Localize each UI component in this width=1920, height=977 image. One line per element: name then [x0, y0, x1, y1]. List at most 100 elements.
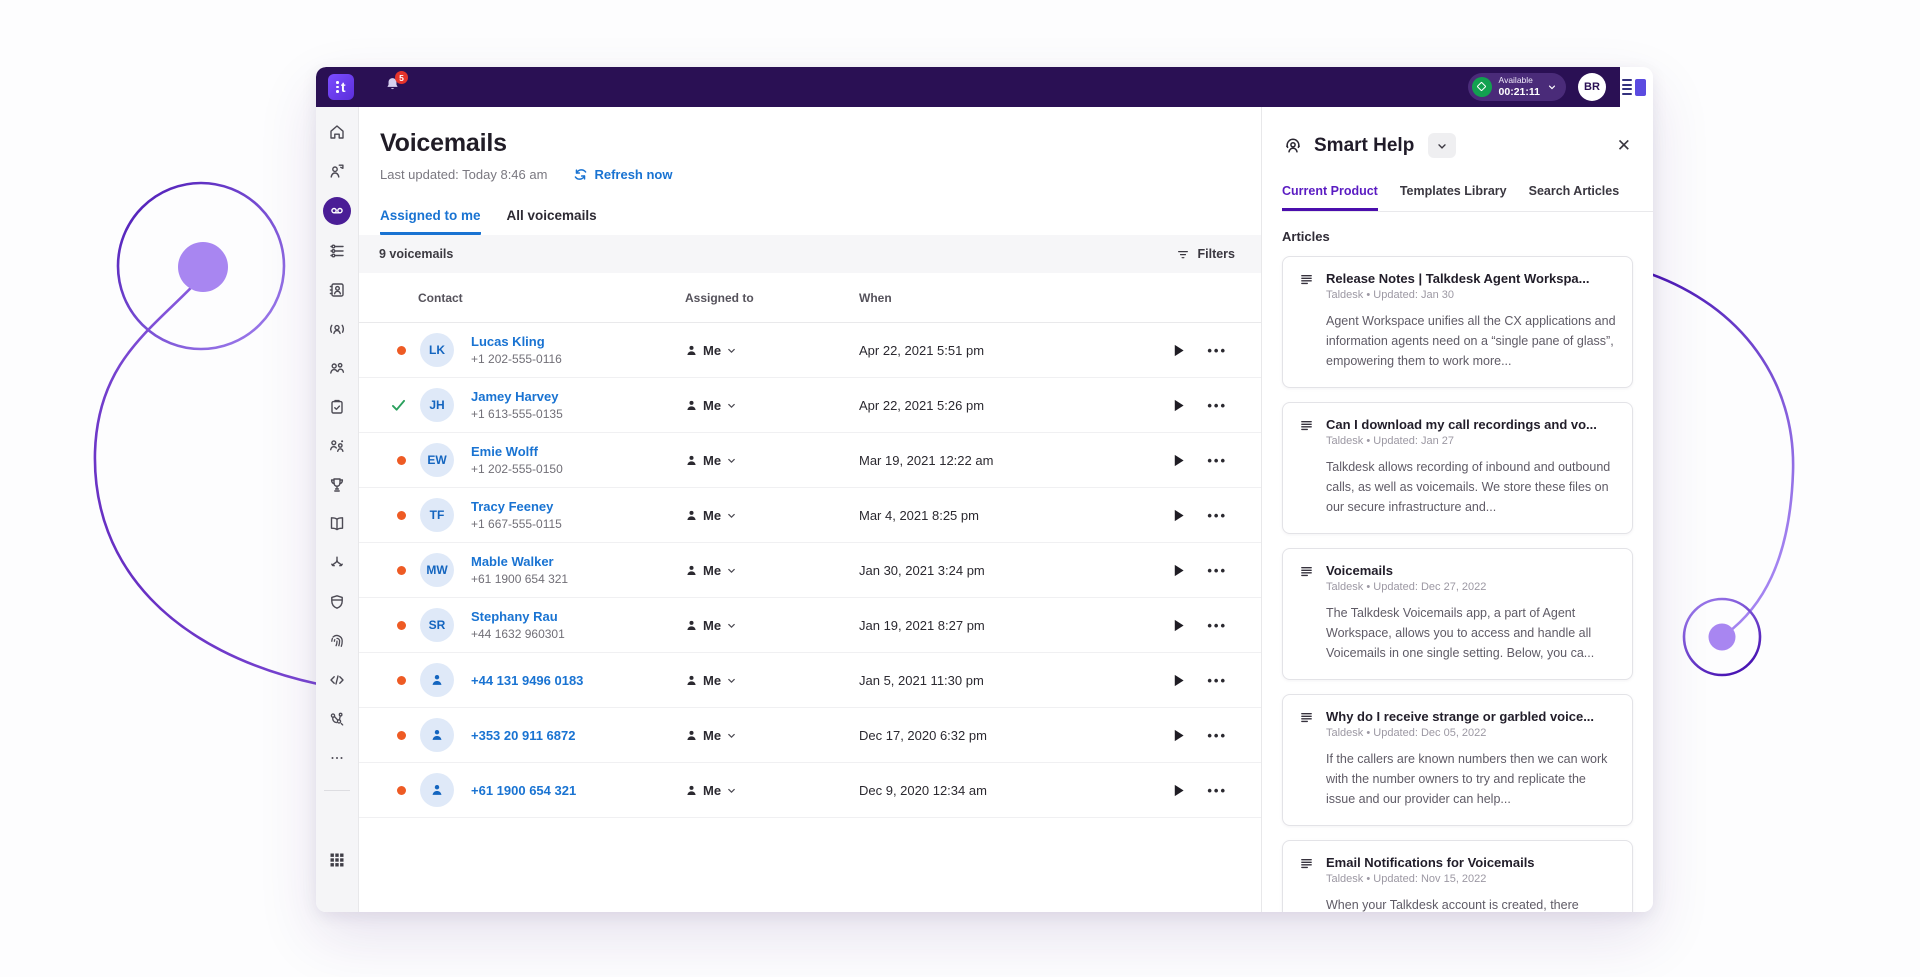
availability-status-pill[interactable]: Available 00:21:11 [1468, 73, 1566, 101]
agent-conversations-icon[interactable] [328, 162, 346, 180]
play-button[interactable] [1172, 673, 1185, 688]
developer-code-icon[interactable] [328, 671, 346, 689]
play-button[interactable] [1172, 618, 1185, 633]
article-card[interactable]: Voicemails Taldesk • Updated: Dec 27, 20… [1282, 548, 1633, 680]
tasks-icon[interactable] [328, 398, 346, 416]
assigned-dropdown[interactable]: Me [685, 453, 859, 468]
page-canvas: t 5 Available 00:21:11 BR [0, 0, 1920, 977]
article-card[interactable]: Why do I receive strange or garbled voic… [1282, 694, 1633, 826]
contact-name-link[interactable]: Emie Wolff [471, 444, 685, 459]
smart-help-tabs: Current Product Templates Library Search… [1282, 184, 1653, 212]
assigned-dropdown[interactable]: Me [685, 508, 859, 523]
left-orbit [95, 183, 318, 684]
smart-help-title: Smart Help [1314, 135, 1414, 157]
contact-name-link[interactable]: Lucas Kling [471, 334, 685, 349]
more-actions-button[interactable]: ••• [1207, 728, 1227, 743]
assigned-dropdown[interactable]: Me [685, 398, 859, 413]
unread-dot [397, 676, 406, 685]
chevron-down-icon [726, 345, 737, 356]
user-avatar[interactable]: BR [1578, 73, 1606, 101]
contacts-icon[interactable] [328, 281, 346, 299]
when-value: Apr 22, 2021 5:51 pm [859, 343, 1139, 358]
contact-name-link[interactable]: Mable Walker [471, 554, 685, 569]
talkdesk-logo[interactable]: t [328, 74, 354, 100]
play-button[interactable] [1172, 343, 1185, 358]
play-button[interactable] [1172, 398, 1185, 413]
close-icon[interactable]: ✕ [1617, 137, 1631, 154]
assigned-dropdown[interactable]: Me [685, 783, 859, 798]
person-icon [685, 399, 698, 412]
contact-name-link[interactable]: Tracy Feeney [471, 499, 685, 514]
tab-all-voicemails[interactable]: All voicemails [507, 208, 597, 235]
unread-dot [397, 566, 406, 575]
contact-name-link[interactable]: Stephany Rau [471, 609, 685, 624]
tab-search-articles[interactable]: Search Articles [1529, 184, 1620, 211]
more-icon[interactable] [328, 749, 346, 767]
knowledge-base-icon[interactable] [328, 515, 346, 533]
chevron-down-icon [726, 455, 737, 466]
tab-current-product[interactable]: Current Product [1282, 184, 1378, 211]
table-row: +353 20 911 6872 Me Dec 17, 2020 6:32 pm… [359, 708, 1261, 763]
more-actions-button[interactable]: ••• [1207, 343, 1227, 358]
table-row: +44 131 9496 0183 Me Jan 5, 2021 11:30 p… [359, 653, 1261, 708]
assigned-dropdown[interactable]: Me [685, 728, 859, 743]
tab-templates-library[interactable]: Templates Library [1400, 184, 1507, 211]
unread-dot [397, 786, 406, 795]
filters-button[interactable]: Filters [1176, 247, 1235, 261]
topbar: t 5 Available 00:21:11 BR [316, 67, 1620, 107]
more-actions-button[interactable]: ••• [1207, 783, 1227, 798]
guardian-shield-icon[interactable] [328, 593, 346, 611]
assigned-dropdown[interactable]: Me [685, 618, 859, 633]
gamification-icon[interactable] [328, 476, 346, 494]
play-button[interactable] [1172, 783, 1185, 798]
smart-help-dropdown-button[interactable] [1428, 133, 1456, 158]
status-timer: 00:21:11 [1499, 86, 1540, 98]
when-value: Jan 5, 2021 11:30 pm [859, 673, 1139, 688]
builder-icon[interactable] [328, 710, 346, 728]
assigned-dropdown[interactable]: Me [685, 673, 859, 688]
assigned-dropdown[interactable]: Me [685, 563, 859, 578]
refresh-now-link[interactable]: Refresh now [573, 167, 672, 182]
routing-icon[interactable] [328, 554, 346, 572]
more-actions-button[interactable]: ••• [1207, 563, 1227, 578]
avatar: TF [420, 498, 454, 532]
chevron-down-icon [726, 620, 737, 631]
notifications-bell-icon[interactable]: 5 [384, 76, 401, 98]
article-card[interactable]: Email Notifications for Voicemails Talde… [1282, 840, 1633, 912]
tab-assigned-to-me[interactable]: Assigned to me [380, 208, 481, 235]
home-icon[interactable] [328, 123, 346, 141]
assigned-dropdown[interactable]: Me [685, 343, 859, 358]
when-value: Mar 19, 2021 12:22 am [859, 453, 1139, 468]
chevron-down-icon [726, 510, 737, 521]
chevron-down-icon [726, 400, 737, 411]
contact-name-link[interactable]: Jamey Harvey [471, 389, 685, 404]
more-actions-button[interactable]: ••• [1207, 618, 1227, 633]
article-card[interactable]: Can I download my call recordings and vo… [1282, 402, 1633, 534]
contact-name-link[interactable]: +61 1900 654 321 [471, 783, 685, 798]
play-button[interactable] [1172, 563, 1185, 578]
collaboration-icon[interactable] [328, 437, 346, 455]
last-updated-text: Last updated: Today 8:46 am [380, 167, 547, 182]
avatar-person-icon [420, 773, 454, 807]
contact-name-link[interactable]: +353 20 911 6872 [471, 728, 685, 743]
apps-grid-icon[interactable] [328, 851, 346, 869]
more-actions-button[interactable]: ••• [1207, 453, 1227, 468]
voicemails-icon[interactable] [323, 197, 351, 225]
more-actions-button[interactable]: ••• [1207, 673, 1227, 688]
article-meta: Taldesk • Updated: Jan 27 [1326, 435, 1616, 447]
activities-icon[interactable] [328, 242, 346, 260]
when-value: Dec 9, 2020 12:34 am [859, 783, 1139, 798]
more-actions-button[interactable]: ••• [1207, 398, 1227, 413]
play-button[interactable] [1172, 453, 1185, 468]
chevron-down-icon [726, 565, 737, 576]
article-card[interactable]: Release Notes | Talkdesk Agent Workspa..… [1282, 256, 1633, 388]
identity-fingerprint-icon[interactable] [328, 632, 346, 650]
customer-support-icon[interactable] [328, 320, 346, 338]
teams-icon[interactable] [328, 359, 346, 377]
play-button[interactable] [1172, 508, 1185, 523]
contact-name-link[interactable]: +44 131 9496 0183 [471, 673, 685, 688]
unread-dot [397, 346, 406, 355]
more-actions-button[interactable]: ••• [1207, 508, 1227, 523]
play-button[interactable] [1172, 728, 1185, 743]
smart-help-panel-toggle-icon[interactable] [1622, 76, 1648, 98]
